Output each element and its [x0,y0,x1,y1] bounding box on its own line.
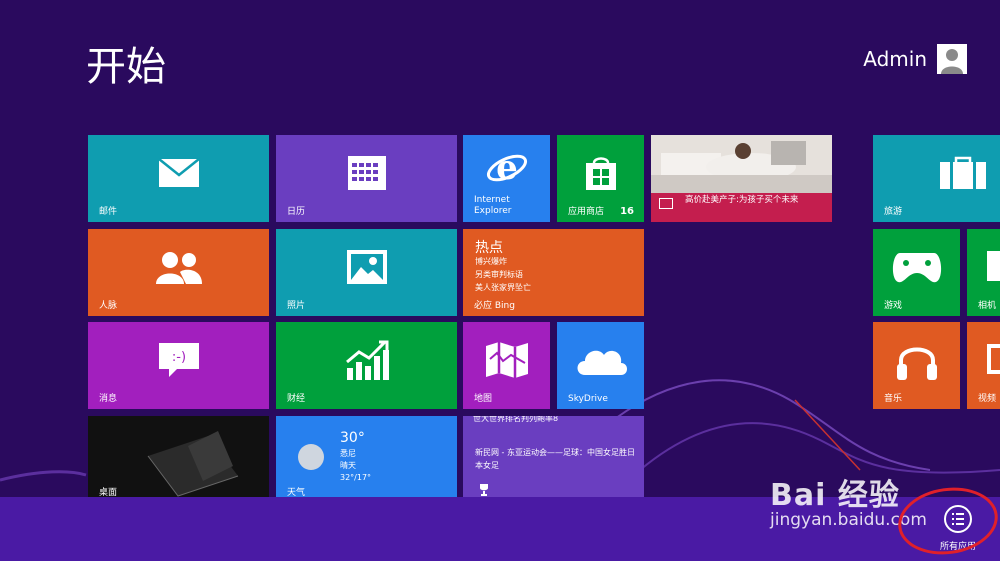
tile-label: Internet Explorer [474,195,512,216]
camera-icon [987,251,1000,281]
sports-top-line: 世大世界排名判列鲍率8 [473,416,559,423]
news-caption: 高价赴美产子:为孩子买个未来 [685,195,799,205]
photo-icon [346,249,388,289]
video-icon [987,344,1000,374]
chat-icon: :-) [157,341,201,383]
tile-label: 游戏 [884,301,903,311]
map-icon [485,341,529,383]
hot-line: 博兴爆炸 [475,257,507,266]
tile-calendar[interactable]: 日历 [276,135,457,222]
svg-text::-): :-) [171,350,185,365]
hot-title: 热点 [475,240,503,256]
user-avatar-icon [937,44,967,74]
tile-label: 应用商店 [568,207,605,217]
news-photo-image [651,135,832,193]
tile-label: 财经 [287,394,306,404]
tile-finance[interactable]: 财经 [276,322,457,409]
weather-line: 悉尼 [340,449,356,458]
moon-icon [298,444,324,470]
tile-mail[interactable]: 邮件 [88,135,269,222]
tile-label: SkyDrive [568,394,608,404]
tile-news-photo[interactable]: 高价赴美产子:为孩子买个未来 [651,135,832,222]
gamepad-icon [892,249,942,289]
suitcase-icon [939,156,987,194]
tile-label: 必应 Bing [474,301,515,311]
tile-internet-explorer[interactable]: e Internet Explorer [463,135,550,222]
sports-lines: 新民网 - 东亚运动会——足球：中国女足胜日本女足 [475,446,635,472]
tile-label: 日历 [287,207,306,217]
news-icon [659,198,673,209]
tile-skydrive[interactable]: SkyDrive [557,322,644,409]
ie-icon: e [486,148,528,192]
hot-lines: 博兴爆炸 另类审判标语 美人张家界坠亡 [475,255,531,294]
tile-label: 视频 [978,394,997,404]
tile-label: 人脉 [99,301,118,311]
tile-hot-topics[interactable]: 热点 博兴爆炸 另类审判标语 美人张家界坠亡 必应 Bing [463,229,644,316]
tile-weather[interactable]: 30° 悉尼 晴天 32°/17° 天气 [276,416,457,503]
tile-label: 邮件 [99,207,118,217]
tile-travel[interactable]: 旅游 [873,135,1000,222]
tile-video[interactable]: 视频 [967,322,1000,409]
tile-label: 音乐 [884,394,903,404]
store-icon [584,155,618,195]
weather-temp: 30° [340,430,365,446]
tile-store[interactable]: 应用商店 16 [557,135,644,222]
tile-label: 旅游 [884,207,903,217]
hot-line: 另类审判标语 [475,270,523,279]
tile-label: 照片 [287,301,306,311]
weather-line: 晴天 [340,461,356,470]
chart-icon [345,340,389,384]
tile-photos[interactable]: 照片 [276,229,457,316]
mail-icon [157,158,200,192]
tile-music[interactable]: 音乐 [873,322,960,409]
tile-camera[interactable]: 相机 [967,229,1000,316]
store-badge: 16 [620,206,634,217]
tile-messaging[interactable]: :-) 消息 [88,322,269,409]
tile-label: 地图 [474,394,493,404]
tile-sports[interactable]: 世大世界排名判列鲍率8 新民网 - 东亚运动会——足球：中国女足胜日本女足 [463,416,644,503]
page-title: 开始 [86,44,166,90]
tile-games[interactable]: 游戏 [873,229,960,316]
weather-line: 32°/17° [340,473,372,482]
cloud-icon [573,343,629,381]
weather-details: 悉尼 晴天 32°/17° [340,448,371,484]
headphones-icon [895,338,939,386]
tile-label: 消息 [99,394,118,404]
svg-text:e: e [496,148,518,188]
tile-label: 相机 [978,301,997,311]
calendar-icon [347,155,387,195]
tile-maps[interactable]: 地图 [463,322,550,409]
tile-desktop[interactable]: 桌面 [88,416,269,503]
hot-line: 美人张家界坠亡 [475,283,531,292]
sports-line: 新民网 - 东亚运动会——足球：中国女足胜日本女足 [475,448,635,470]
tile-people[interactable]: 人脉 [88,229,269,316]
user-account[interactable]: Admin [863,44,967,74]
people-icon [154,250,204,288]
user-name: Admin [863,47,927,71]
